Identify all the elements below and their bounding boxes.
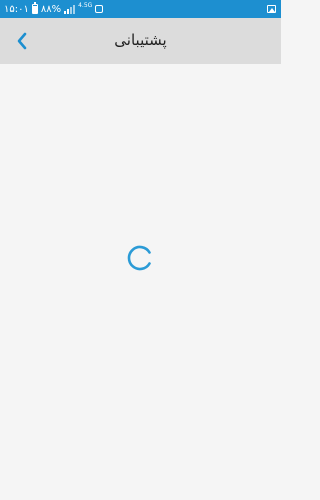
status-time: ۱۵:۰۱ [4,3,29,15]
battery-icon [31,2,38,14]
status-left: ۱۵:۰۱ ۸۸% 4.5G [4,2,104,15]
loading-spinner-icon [127,245,151,271]
page-title: پشتیبانی [114,31,167,49]
network-type: 4.5G [78,2,93,9]
alarm-icon [95,5,104,13]
content-area [0,64,281,500]
battery-percent: ۸۸% [40,3,62,15]
image-icon [267,5,276,13]
app-bar: پشتیبانی [0,18,281,64]
cell-signal-icon [64,4,76,14]
status-bar: ۱۵:۰۱ ۸۸% 4.5G [0,0,281,18]
